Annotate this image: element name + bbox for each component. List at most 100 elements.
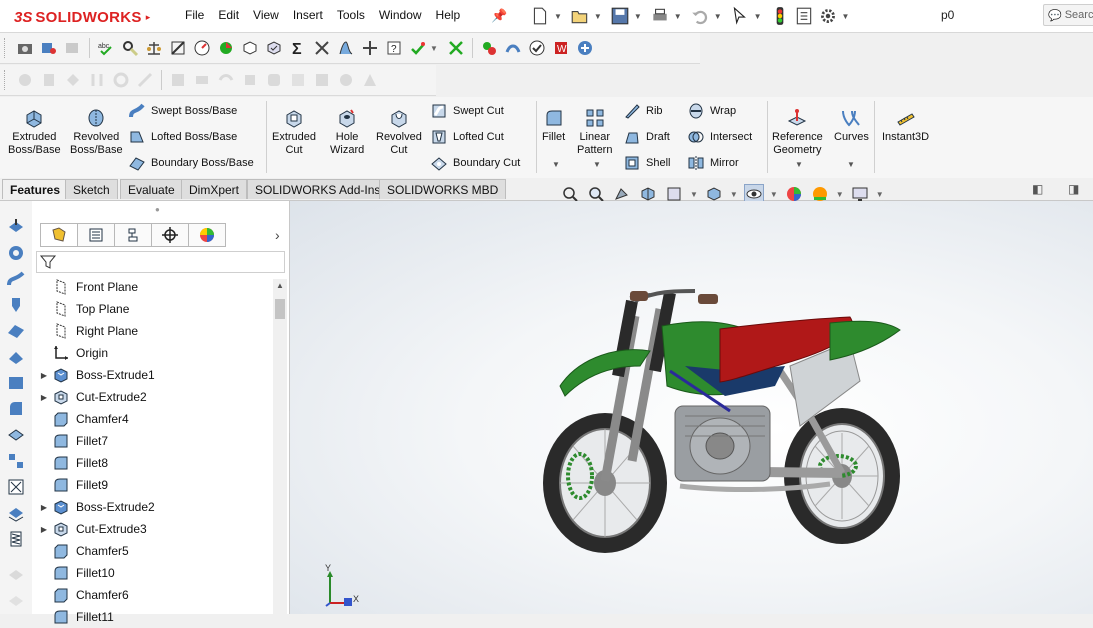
expand-arrow-icon[interactable]: ▶	[32, 371, 52, 380]
solidworks-logo[interactable]: 3S SOLIDWORKS ▸	[14, 7, 150, 27]
tree-item[interactable]: Right Plane	[32, 320, 272, 342]
tree-scrollbar-thumb[interactable]	[275, 299, 285, 319]
feature-tree-filter[interactable]	[36, 251, 285, 273]
statistics-icon[interactable]	[217, 39, 235, 57]
disabled-tool-7-icon[interactable]	[169, 71, 187, 89]
open-folder-icon[interactable]	[570, 6, 590, 26]
menu-file[interactable]: File	[178, 8, 211, 22]
measure-icon[interactable]	[121, 39, 139, 57]
tab-dimxpert[interactable]: DimXpert	[181, 179, 248, 199]
strip-chamfer-icon[interactable]	[6, 425, 26, 445]
tree-item[interactable]: Fillet9	[32, 474, 272, 496]
disabled-tool-13-icon[interactable]	[313, 71, 331, 89]
tab-solidworks-add-ins[interactable]: SOLIDWORKS Add-Ins	[247, 179, 389, 199]
tree-item[interactable]: ▶ Boss-Extrude2	[32, 496, 272, 518]
strip-cut-icon[interactable]	[6, 347, 26, 367]
geometry-analysis-icon[interactable]	[265, 39, 283, 57]
disabled-tool-6-icon[interactable]	[136, 71, 154, 89]
lofted-boss-button[interactable]: Lofted Boss/Base	[128, 128, 237, 146]
select-cursor-icon[interactable]	[730, 6, 750, 26]
section-properties-icon[interactable]	[169, 39, 187, 57]
undercut-analysis-icon[interactable]	[361, 39, 379, 57]
instant3d-button[interactable]: Instant3D	[882, 107, 929, 144]
disabled-tool-2-icon[interactable]	[40, 71, 58, 89]
tree-item[interactable]: Top Plane	[32, 298, 272, 320]
tab-dimxpert-manager[interactable]	[151, 223, 189, 247]
menu-window[interactable]: Window	[372, 8, 429, 22]
strip-rib-icon[interactable]	[6, 503, 26, 523]
tree-item[interactable]: Chamfer4	[32, 408, 272, 430]
swept-cut-button[interactable]: Swept Cut	[430, 102, 504, 120]
strip-extrude-icon[interactable]	[6, 217, 26, 237]
tree-item[interactable]: Fillet11	[32, 606, 272, 628]
linear-pattern-button[interactable]: Linear Pattern	[577, 107, 612, 157]
swept-boss-button[interactable]: Swept Boss/Base	[128, 102, 237, 120]
panel-left-icon[interactable]: ◧	[1032, 182, 1043, 196]
rebuild-traffic-light-icon[interactable]	[770, 6, 790, 26]
strip-pattern-icon[interactable]	[6, 451, 26, 471]
tree-item[interactable]: Origin	[32, 342, 272, 364]
wrap-button[interactable]: Wrap	[687, 102, 736, 120]
options-gear-icon[interactable]	[818, 6, 838, 26]
extruded-boss-button[interactable]: Extruded Boss/Base	[8, 107, 61, 157]
disabled-tool-10-icon[interactable]	[241, 71, 259, 89]
print-icon[interactable]	[650, 6, 670, 26]
strip-loft-icon[interactable]	[6, 295, 26, 315]
camera-icon[interactable]	[16, 39, 34, 57]
disabled-tool-5-icon[interactable]	[112, 71, 130, 89]
disabled-tool-8-icon[interactable]	[193, 71, 211, 89]
disabled-tool-15-icon[interactable]	[361, 71, 379, 89]
menu-tools[interactable]: Tools	[330, 8, 372, 22]
tab-feature-tree[interactable]	[40, 223, 78, 247]
lofted-cut-button[interactable]: Lofted Cut	[430, 128, 504, 146]
spell-check-icon[interactable]: abc	[97, 39, 115, 57]
tree-item[interactable]: Front Plane	[32, 276, 272, 298]
pin-icon[interactable]: 📌	[491, 8, 507, 24]
zebra-stripes-icon[interactable]	[504, 39, 522, 57]
costing-icon[interactable]: W	[552, 39, 570, 57]
tab-features[interactable]: Features	[2, 179, 69, 199]
mirror-button[interactable]: Mirror	[687, 154, 739, 172]
intersect-button[interactable]: Intersect	[687, 128, 752, 146]
search-input[interactable]: 💬 Search	[1043, 4, 1093, 26]
extruded-cut-button[interactable]: Extruded Cut	[272, 107, 316, 157]
menu-help[interactable]: Help	[429, 8, 468, 22]
curves-button[interactable]: Curves	[834, 107, 869, 144]
tree-item[interactable]: ▶ Cut-Extrude2	[32, 386, 272, 408]
tree-item[interactable]: Chamfer5	[32, 540, 272, 562]
screen-capture-icon[interactable]	[64, 39, 82, 57]
check-icon[interactable]	[241, 39, 259, 57]
mass-properties-icon[interactable]	[145, 39, 163, 57]
strip-fillet-icon[interactable]	[6, 399, 26, 419]
check-active-icon[interactable]	[409, 39, 427, 57]
tabs-scroll-right-icon[interactable]: ›	[275, 227, 280, 243]
disabled-tool-4-icon[interactable]	[88, 71, 106, 89]
menu-edit[interactable]: Edit	[211, 8, 246, 22]
sustainability-icon[interactable]	[576, 39, 594, 57]
disabled-tool-1-icon[interactable]	[16, 71, 34, 89]
strip-shell-icon[interactable]	[6, 477, 26, 497]
sensor-icon[interactable]	[193, 39, 211, 57]
deviation-analysis-icon[interactable]	[480, 39, 498, 57]
new-document-icon[interactable]	[530, 6, 550, 26]
equations-sigma-icon[interactable]: Σ	[289, 39, 307, 57]
tree-item[interactable]: Fillet8	[32, 452, 272, 474]
motorcycle-model[interactable]	[290, 201, 1093, 614]
menu-view[interactable]: View	[246, 8, 286, 22]
strip-disabled-1-icon[interactable]	[6, 565, 26, 585]
disabled-tool-14-icon[interactable]	[337, 71, 355, 89]
draft-analysis-icon[interactable]	[337, 39, 355, 57]
save-icon[interactable]	[610, 6, 630, 26]
tree-item[interactable]: Chamfer6	[32, 584, 272, 606]
expand-arrow-icon[interactable]: ▶	[32, 525, 52, 534]
tree-item[interactable]: Fillet10	[32, 562, 272, 584]
reference-geometry-button[interactable]: Reference Geometry	[772, 107, 823, 157]
tab-property-manager[interactable]	[77, 223, 115, 247]
strip-spring-icon[interactable]	[6, 529, 26, 549]
tree-item[interactable]: ▶ Cut-Extrude3	[32, 518, 272, 540]
boundary-cut-button[interactable]: Boundary Cut	[430, 154, 520, 172]
revolved-boss-button[interactable]: Revolved Boss/Base	[70, 107, 123, 157]
compare-documents-icon[interactable]	[447, 39, 465, 57]
revolved-cut-button[interactable]: Revolved Cut	[376, 107, 422, 157]
rib-button[interactable]: Rib	[623, 102, 663, 120]
